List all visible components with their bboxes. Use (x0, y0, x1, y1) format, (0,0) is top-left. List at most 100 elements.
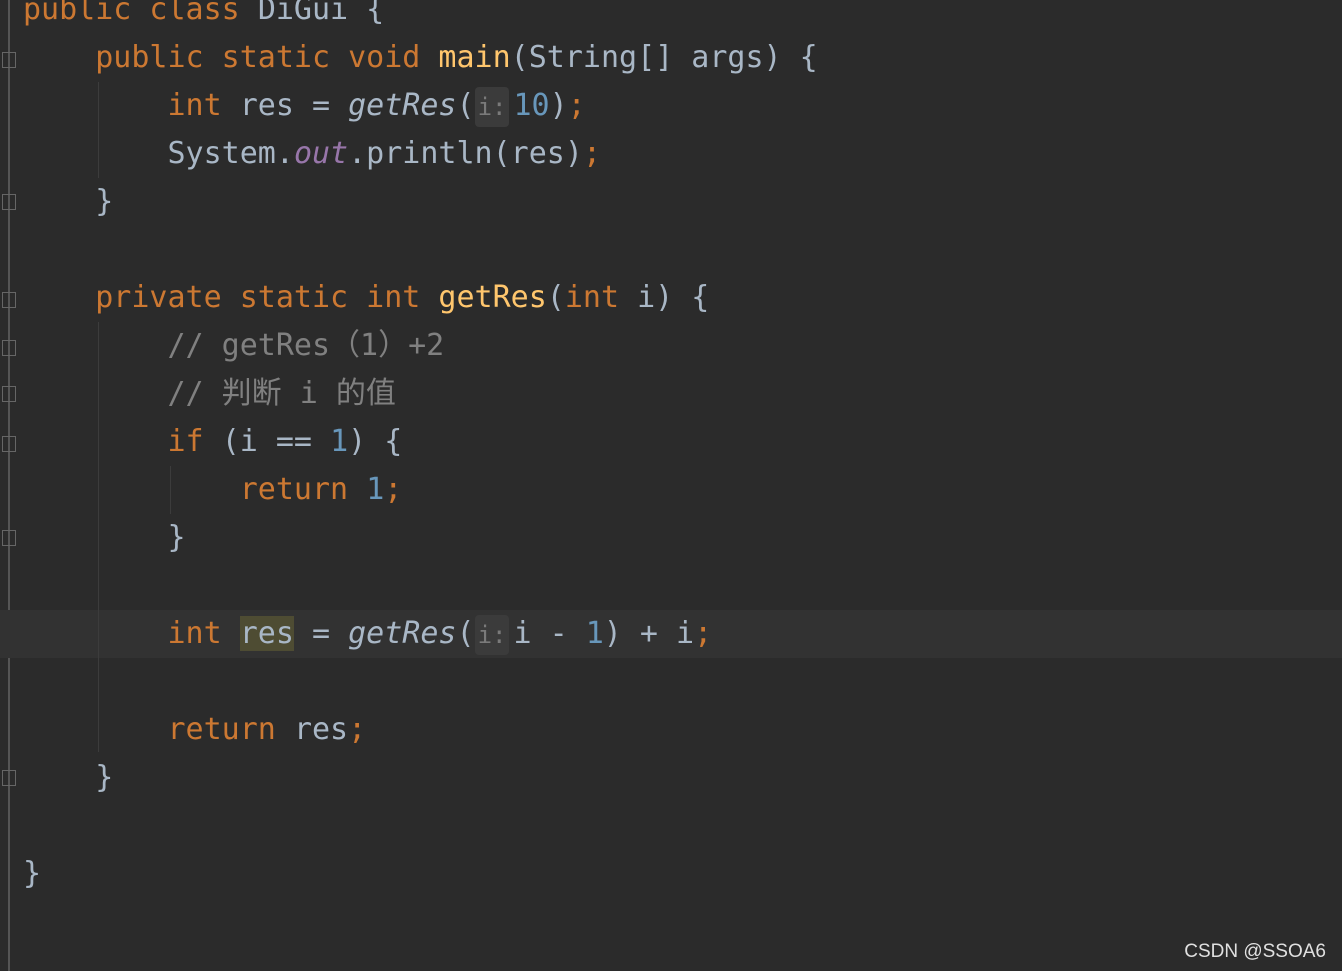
code-text: System.out.println(res); (23, 130, 602, 178)
code-line[interactable]: private static int getRes(int i) { (0, 274, 1342, 322)
indent-guide (170, 466, 171, 514)
code-token: 10 (513, 88, 550, 123)
code-token: = (293, 616, 349, 651)
code-token: ( (456, 616, 475, 651)
code-line[interactable]: return res; (0, 706, 1342, 754)
code-token: res = (239, 88, 349, 123)
code-line[interactable] (0, 226, 1342, 274)
fold-marker-icon[interactable] (2, 340, 16, 356)
indent-guide (98, 322, 99, 752)
code-line[interactable]: } (0, 514, 1342, 562)
code-token: public static void (95, 40, 439, 75)
code-line[interactable]: } (0, 178, 1342, 226)
fold-marker-icon[interactable] (2, 292, 16, 308)
code-text: // getRes（1）+2 (23, 322, 445, 370)
code-token: } (23, 520, 186, 555)
code-token: ) + i (603, 616, 695, 651)
code-token: (i == (221, 424, 331, 459)
code-line[interactable]: public class DiGui { (0, 0, 1342, 34)
code-token: DiGui { (257, 0, 385, 27)
code-line[interactable]: // getRes（1）+2 (0, 322, 1342, 370)
code-token: main (438, 40, 511, 75)
fold-marker-icon[interactable] (2, 52, 16, 68)
code-token: // 判断 i 的值 (167, 376, 396, 411)
code-token: ; (582, 136, 601, 171)
code-text: public static void main(String[] args) { (23, 34, 818, 82)
code-token: int (167, 88, 240, 123)
fold-marker-icon[interactable] (2, 530, 16, 546)
code-text: private static int getRes(int i) { (23, 274, 709, 322)
code-token: (String[] args) { (510, 40, 818, 75)
code-token: res (293, 712, 349, 747)
code-token: int (167, 616, 240, 651)
code-token: int (564, 280, 638, 315)
code-line[interactable]: // 判断 i 的值 (0, 370, 1342, 418)
code-token: .println(res) (348, 136, 583, 171)
code-token: getRes (348, 616, 457, 651)
code-text: int res = getRes(i: 10); (23, 82, 586, 130)
code-line[interactable]: public static void main(String[] args) { (0, 34, 1342, 82)
fold-marker-icon[interactable] (2, 194, 16, 210)
code-line[interactable]: return 1; (0, 466, 1342, 514)
code-text: int res = getRes(i: i - 1) + i; (23, 610, 712, 658)
watermark: CSDN @SSOA6 (1184, 941, 1326, 962)
code-token: } (23, 856, 42, 891)
code-token: ; (694, 616, 713, 651)
code-token: ; (567, 88, 586, 123)
code-line[interactable]: if (i == 1) { (0, 418, 1342, 466)
code-token: } (23, 184, 114, 219)
code-line[interactable]: } (0, 850, 1342, 898)
code-text: public class DiGui { (23, 0, 384, 34)
code-text: if (i == 1) { (23, 418, 403, 466)
fold-marker-icon[interactable] (2, 770, 16, 786)
code-token: 1 (366, 472, 385, 507)
code-line[interactable] (0, 802, 1342, 850)
code-text: return res; (23, 706, 367, 754)
code-token: getRes (438, 280, 547, 315)
code-text: } (23, 850, 41, 898)
code-token: return (167, 712, 294, 747)
code-token: System. (167, 136, 294, 171)
code-token: 1 (585, 616, 604, 651)
code-line[interactable] (0, 562, 1342, 610)
code-text: } (23, 178, 113, 226)
fold-marker-icon[interactable] (2, 436, 16, 452)
code-token: // getRes（1）+2 (167, 328, 445, 363)
code-token: return (239, 472, 367, 507)
code-text: // 判断 i 的值 (23, 370, 396, 418)
code-token: res (239, 616, 294, 651)
code-token: private static int (95, 280, 439, 315)
code-token: if (167, 424, 222, 459)
code-token: ; (384, 472, 403, 507)
code-token: } (23, 760, 114, 795)
indent-guide (98, 82, 99, 178)
code-token: ( (456, 88, 475, 123)
code-token: getRes (348, 88, 457, 123)
code-token: ) (549, 88, 568, 123)
code-token: ) { (348, 424, 403, 459)
code-text: return 1; (23, 466, 403, 514)
code-token: ; (348, 712, 367, 747)
code-line[interactable] (0, 658, 1342, 706)
code-line[interactable]: int res = getRes(i: 10); (0, 82, 1342, 130)
code-token: i) { (637, 280, 710, 315)
parameter-hint: i: (474, 615, 510, 655)
code-token: out (293, 136, 349, 171)
code-token: 1 (330, 424, 349, 459)
code-token: ( (546, 280, 565, 315)
fold-marker-icon[interactable] (2, 386, 16, 402)
code-line[interactable]: int res = getRes(i: i - 1) + i; (0, 610, 1342, 658)
code-line[interactable]: } (0, 754, 1342, 802)
code-text: } (23, 514, 186, 562)
code-token: i - (513, 616, 586, 651)
code-line[interactable]: System.out.println(res); (0, 130, 1342, 178)
